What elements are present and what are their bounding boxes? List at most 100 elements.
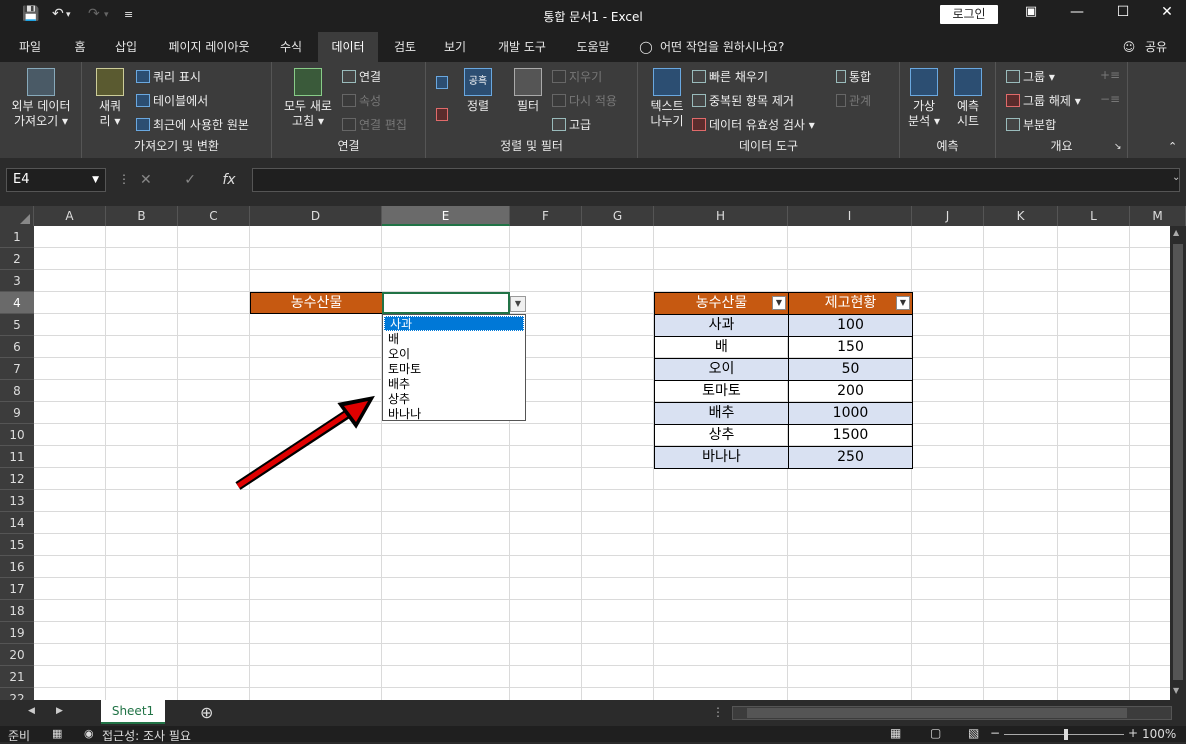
scroll-down-icon[interactable]: ▼ (1173, 686, 1179, 695)
select-all-button[interactable] (0, 206, 34, 226)
forecast-sheet-button[interactable]: 예측 시트 (948, 68, 988, 129)
dropdown-option[interactable]: 상추 (383, 392, 525, 407)
row-header-21[interactable]: 21 (0, 666, 34, 688)
vertical-scroll-thumb[interactable] (1173, 244, 1183, 680)
row-header-12[interactable]: 12 (0, 468, 34, 490)
more-options-icon[interactable]: ⋮ (118, 172, 130, 186)
table-cell[interactable]: 오이 (654, 358, 789, 381)
get-external-data-button[interactable]: 외부 데이터 가져오기 ▾ (4, 68, 78, 129)
row-header-1[interactable]: 1 (0, 226, 34, 248)
prev-sheet-icon[interactable]: ◀ (28, 706, 35, 716)
column-header-c[interactable]: C (178, 206, 250, 226)
row-header-4[interactable]: 4 (0, 292, 34, 314)
horizontal-scroll-thumb[interactable] (747, 708, 1127, 718)
expand-formula-icon[interactable]: ⌄ (1172, 172, 1180, 183)
maximize-button[interactable]: ☐ (1100, 4, 1146, 20)
more-sheets-icon[interactable]: ⋮ (712, 705, 724, 719)
zoom-out-icon[interactable]: − (990, 726, 1000, 740)
column-header-e[interactable]: E (382, 206, 510, 226)
dropdown-option[interactable]: 배 (383, 332, 525, 347)
column-header-g[interactable]: G (582, 206, 654, 226)
tab-home[interactable]: 홈 (60, 32, 100, 62)
tell-me-search[interactable]: 어떤 작업을 원하시나요? (660, 32, 810, 62)
validation-dropdown-list[interactable]: 사과 배 오이 토마토 배추 상추 바나나 (382, 314, 526, 421)
sort-asc-button[interactable] (436, 76, 451, 90)
table-cell[interactable]: 배 (654, 336, 789, 359)
name-box[interactable]: E4 ▼ (6, 168, 106, 192)
edit-links-button[interactable]: 연결 편집 (342, 116, 407, 133)
insert-function-icon[interactable]: fx (222, 172, 235, 188)
scroll-up-icon[interactable]: ▲ (1173, 228, 1179, 237)
sort-button[interactable]: 공흑 정렬 (460, 68, 496, 114)
filter-dropdown-icon[interactable]: ▼ (896, 296, 910, 310)
row-header-19[interactable]: 19 (0, 622, 34, 644)
column-header-m[interactable]: M (1130, 206, 1186, 226)
zoom-level[interactable]: 100% (1142, 727, 1176, 741)
next-sheet-icon[interactable]: ▶ (56, 706, 63, 716)
dropdown-option[interactable]: 오이 (383, 347, 525, 362)
normal-view-icon[interactable]: ▦ (890, 726, 901, 740)
worksheet-grid[interactable]: ABCDEFGHIJKLM 1 2 3 4 5 6 7 8 9 10 11 12 13 14 15 16 17 1… (0, 206, 1186, 700)
column-header-d[interactable]: D (250, 206, 382, 226)
share-button[interactable]: 공유 (1140, 32, 1172, 62)
data-validation-button[interactable]: 데이터 유효성 검사 ▾ (692, 116, 815, 133)
page-break-view-icon[interactable]: ▧ (968, 726, 979, 740)
login-button[interactable]: 로그인 (940, 5, 998, 24)
remove-duplicates-button[interactable]: 중복된 항목 제거 (692, 92, 794, 109)
column-header-h[interactable]: H (654, 206, 788, 226)
table-cell[interactable]: 상추 (654, 424, 789, 447)
tab-developer[interactable]: 개발 도구 (488, 32, 556, 62)
tab-view[interactable]: 보기 (432, 32, 478, 62)
column-header-b[interactable]: B (106, 206, 178, 226)
connections-button[interactable]: 연결 (342, 68, 381, 85)
cancel-icon[interactable]: ✕ (140, 172, 152, 188)
macro-icon[interactable]: ▦ (52, 727, 62, 740)
ungroup-button[interactable]: 그룹 해제 ▾ (1006, 92, 1081, 109)
sheet-tab-sheet1[interactable]: Sheet1 (101, 700, 165, 724)
table-cell[interactable]: 사과 (654, 314, 789, 337)
recent-sources-button[interactable]: 최근에 사용한 원본 (136, 116, 249, 133)
table-header-cell[interactable]: 농수산물 ▼ (654, 292, 789, 315)
from-table-button[interactable]: 테이블에서 (136, 92, 208, 109)
properties-button[interactable]: 속성 (342, 92, 381, 109)
column-header-i[interactable]: I (788, 206, 912, 226)
table-cell[interactable]: 50 (788, 358, 913, 381)
accessibility-status[interactable]: 접근성: 조사 필요 (102, 727, 191, 744)
text-to-columns-button[interactable]: 텍스트 나누기 (644, 68, 690, 129)
row-header-22[interactable]: 22 (0, 688, 34, 700)
row-header-8[interactable]: 8 (0, 380, 34, 402)
table-cell[interactable]: 1000 (788, 402, 913, 425)
row-header-16[interactable]: 16 (0, 556, 34, 578)
show-detail-button[interactable]: +≡ (1100, 68, 1120, 82)
filter-dropdown-icon[interactable]: ▼ (772, 296, 786, 310)
filter-button[interactable]: 필터 (510, 68, 546, 114)
tab-insert[interactable]: 삽입 (104, 32, 148, 62)
tab-formulas[interactable]: 수식 (268, 32, 314, 62)
cell-e4-active[interactable] (382, 292, 510, 314)
validation-dropdown-button[interactable]: ▼ (510, 296, 526, 312)
table-cell[interactable]: 150 (788, 336, 913, 359)
zoom-slider-thumb[interactable] (1064, 729, 1068, 740)
column-header-j[interactable]: J (912, 206, 984, 226)
add-sheet-icon[interactable]: ⊕ (200, 703, 213, 722)
dropdown-option[interactable]: 배추 (383, 377, 525, 392)
row-header-10[interactable]: 10 (0, 424, 34, 446)
row-header-3[interactable]: 3 (0, 270, 34, 292)
sort-desc-button[interactable] (436, 108, 451, 122)
tab-data[interactable]: 데이터 (318, 32, 378, 62)
row-header-11[interactable]: 11 (0, 446, 34, 468)
table-cell[interactable]: 200 (788, 380, 913, 403)
row-header-5[interactable]: 5 (0, 314, 34, 336)
dialog-launcher-icon[interactable]: ↘ (1114, 142, 1122, 152)
row-header-7[interactable]: 7 (0, 358, 34, 380)
dropdown-option[interactable]: 토마토 (383, 362, 525, 377)
dropdown-option[interactable]: 사과 (384, 316, 524, 331)
formula-input[interactable] (252, 168, 1180, 192)
enter-icon[interactable]: ✓ (184, 172, 196, 188)
collapse-ribbon-icon[interactable]: ⌃ (1168, 140, 1177, 153)
vertical-scrollbar[interactable]: ▲ ▼ (1170, 226, 1186, 700)
tab-file[interactable]: 파일 (6, 32, 54, 62)
show-queries-button[interactable]: 쿼리 표시 (136, 68, 201, 85)
table-cell[interactable]: 바나나 (654, 446, 789, 469)
flash-fill-button[interactable]: 빠른 채우기 (692, 68, 768, 85)
